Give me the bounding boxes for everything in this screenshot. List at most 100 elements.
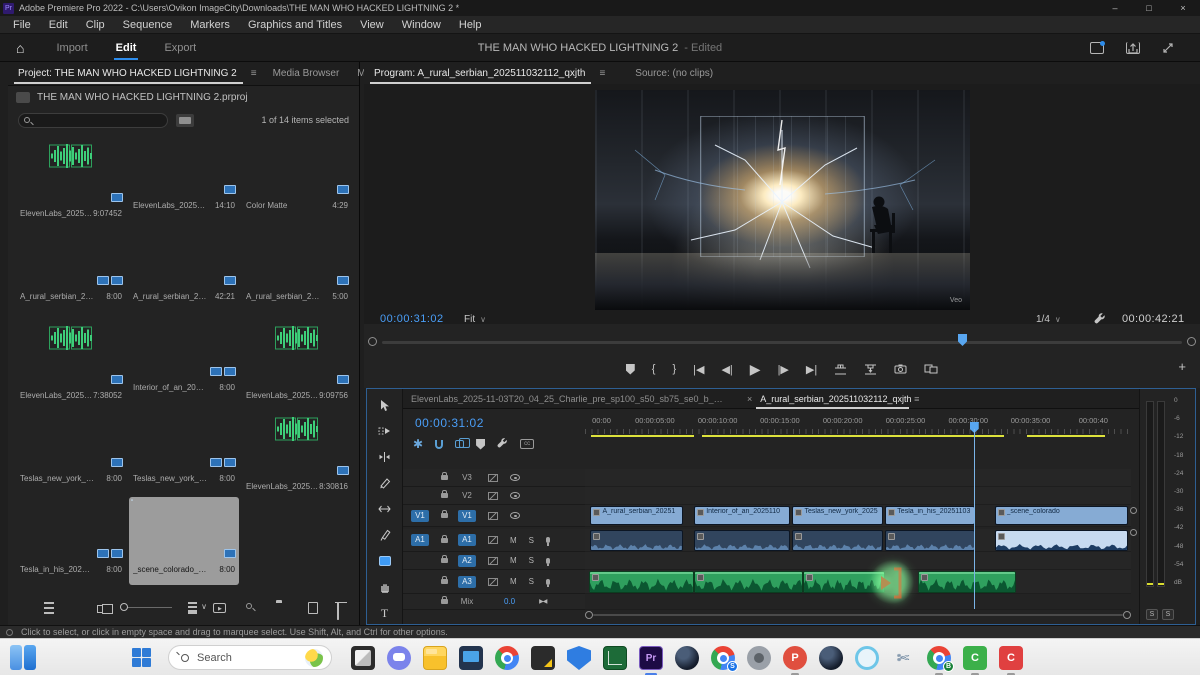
taskbar-blue-ring-app-icon[interactable] [849,643,885,673]
list-view-icon[interactable] [44,602,54,614]
tool-rectangle[interactable] [376,553,394,569]
tool-type[interactable]: T [376,605,394,621]
menu-edit[interactable]: Edit [40,19,77,31]
snap-icon[interactable] [435,440,443,449]
taskbar-patreon-icon[interactable]: P [777,643,813,673]
mark-out-button[interactable]: } [672,363,676,375]
project-item-elevenlabs-2025[interactable]: ElevenLabs_2025-...8:30816 [242,406,352,494]
sync-lock-icon[interactable] [488,557,498,565]
captions-icon[interactable]: cc [520,439,534,449]
sync-lock-icon[interactable] [488,492,498,500]
goto-out-button[interactable]: ▶| [806,363,817,376]
export-frame-icon[interactable] [894,364,907,374]
project-item-elevenlabs-2025[interactable]: ElevenLabs_2025-...7:38052 [16,315,126,403]
taskbar-pc-app-icon[interactable] [453,643,489,673]
project-item-elevenlabs-2025-11[interactable]: ElevenLabs_2025-11-...14:10 [129,133,239,221]
v1-clip-scene-colorado[interactable]: _scene_colorado [995,506,1129,525]
taskbar-file-explorer-icon[interactable] [417,643,453,673]
lock-icon[interactable] [441,513,448,518]
panel-tab-project-the-man-who-hacked-lightning-2[interactable]: Project: THE MAN WHO HACKED LIGHTNING 2 [8,63,245,84]
taskbar-task-view-icon[interactable] [345,643,381,673]
settings-wrench-icon[interactable] [1094,312,1106,327]
project-item-color-matte[interactable]: Color Matte4:29 [242,133,352,221]
a1-clip[interactable] [694,530,790,551]
mute-button[interactable]: M [510,577,517,586]
mute-button[interactable]: M [510,536,517,545]
tool-selection[interactable] [376,397,394,413]
a1-clip[interactable] [590,530,683,551]
search-input[interactable] [18,113,168,128]
project-item-a-rural-serbian-2025[interactable]: A_rural_serbian_2025...8:00 [16,224,126,312]
track-target-V3[interactable]: V3 [458,472,476,484]
mute-button[interactable]: M [510,556,517,565]
sync-lock-icon[interactable] [488,474,498,482]
writable-pencil-icon[interactable] [18,602,28,614]
workspace-tab-export[interactable]: Export [150,36,210,60]
panel-tab-media-browser[interactable]: Media Browser [263,63,348,84]
playback-resolution-dropdown[interactable]: 1/4∨ [1036,314,1061,325]
menu-window[interactable]: Window [393,19,450,31]
voiceover-mic-icon[interactable] [546,579,550,585]
video-preview[interactable]: Veo [595,90,970,310]
workspace-tab-import[interactable]: Import [42,36,101,60]
lock-icon[interactable] [441,599,448,604]
lock-icon[interactable] [441,538,448,543]
vertical-scroll-knob[interactable] [1130,529,1137,536]
taskbar-chrome-profile-s-icon[interactable]: S [705,643,741,673]
menu-file[interactable]: File [4,19,40,31]
maximize-button[interactable]: □ [1132,3,1166,13]
tool-pen[interactable] [376,527,394,543]
track-target-V2[interactable]: V2 [458,490,476,502]
track-target-A1[interactable]: A1 [458,534,476,546]
a1-clip[interactable] [995,530,1129,551]
timeline-horizontal-scrollbar[interactable] [585,611,1131,619]
workspace-switcher-icon[interactable] [1090,42,1104,54]
mix-value[interactable]: 0.0 [504,597,515,606]
v1-clip-a-rural-serbian-20251[interactable]: A_rural_serbian_20251 [590,506,683,525]
source-tab[interactable]: Source: (no clips) [625,63,721,84]
v1-clip-interior-of-an-2025110[interactable]: Interior_of_an_2025110 [694,506,790,525]
a1-clip[interactable] [885,530,975,551]
menu-help[interactable]: Help [450,19,491,31]
button-editor-plus[interactable]: + [1178,359,1186,374]
icon-view-icon[interactable] [70,602,80,614]
voiceover-mic-icon[interactable] [546,558,550,564]
taskbar-notepad-icon[interactable] [525,643,561,673]
track-content-V3[interactable] [585,469,1131,487]
project-item-teslas-new-york-202[interactable]: Teslas_new_york_202...8:00 [129,406,239,494]
linked-selection-icon[interactable] [455,440,464,448]
timeline-timecode[interactable]: 00:00:31:02 [415,416,484,430]
a3-clip[interactable] [918,571,1016,593]
taskbar-settings-gear-icon[interactable] [741,643,777,673]
tool-hand[interactable] [376,579,394,595]
add-marker-icon[interactable] [476,439,485,450]
lock-icon[interactable] [441,493,448,498]
menu-sequence[interactable]: Sequence [114,19,182,31]
clear-trash-icon[interactable] [336,602,350,614]
project-item-elevenlabs-2025[interactable]: ElevenLabs_2025-...9:07452 [16,133,126,221]
taskbar-windows-security-icon[interactable] [561,643,597,673]
menu-markers[interactable]: Markers [181,19,239,31]
tab-close-icon[interactable]: × [747,394,752,404]
freeform-view-icon[interactable] [97,605,104,613]
taskbar-search[interactable]: Search [168,645,332,670]
zoom-slider[interactable] [120,602,173,614]
new-bin-icon[interactable] [276,602,290,614]
step-forward-button[interactable]: |▶ [778,363,789,376]
project-item-a-rural-serbian-202[interactable]: A_rural_serbian_202...42:21 [129,224,239,312]
project-item-tesla-in-his-2025110[interactable]: Tesla_in_his_2025110...8:00 [16,497,126,585]
comparison-view-icon[interactable] [924,364,938,374]
program-playhead[interactable] [958,334,967,346]
taskbar-dark-orb-app-icon[interactable] [669,643,705,673]
fullscreen-icon[interactable] [1162,42,1176,54]
search-bin-filter-icon[interactable] [176,114,194,127]
timeline-tab-active[interactable]: A_rural_serbian_202511032112_qxjth ≡ [756,389,923,409]
taskbar-red-c-app-icon[interactable]: C [993,643,1029,673]
zoom-level-dropdown[interactable]: Fit∨ [464,314,486,325]
taskbar-camtasia-icon[interactable]: C [957,643,993,673]
track-content-A2[interactable] [585,552,1131,570]
track-target-A3[interactable]: A3 [458,576,476,588]
solo-button[interactable]: S [529,556,534,565]
panel-menu-icon[interactable]: ≡ [914,394,919,404]
program-scrubber[interactable] [364,334,1200,350]
